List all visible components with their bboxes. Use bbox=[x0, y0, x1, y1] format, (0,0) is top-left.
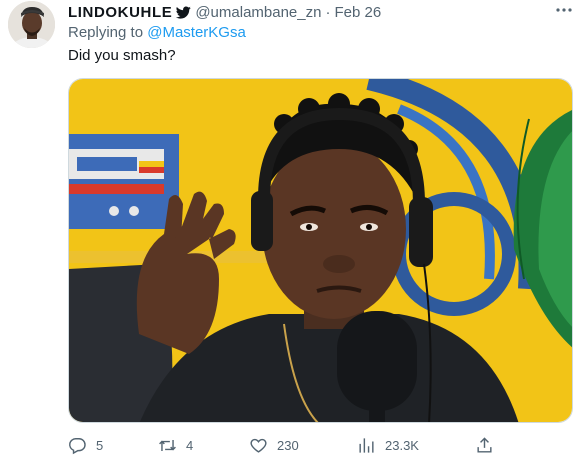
share-button[interactable] bbox=[475, 432, 494, 458]
replying-to: Replying to @MasterKGsa bbox=[68, 24, 246, 41]
retweet-icon bbox=[159, 439, 176, 451]
separator-dot: · bbox=[325, 3, 331, 21]
photo-image bbox=[69, 79, 572, 422]
views-chart-icon bbox=[359, 437, 374, 453]
reply-button[interactable]: 5 bbox=[68, 432, 103, 458]
tweet-text: Did you smash? bbox=[68, 47, 176, 64]
display-name[interactable]: LINDOKUHLE bbox=[68, 4, 172, 21]
mention-link[interactable]: @MasterKGsa bbox=[147, 24, 246, 41]
action-bar: 5 4 230 23.3K bbox=[68, 432, 498, 458]
more-horizontal-icon bbox=[556, 8, 572, 12]
retweet-button[interactable]: 4 bbox=[158, 432, 193, 458]
avatar[interactable] bbox=[8, 1, 55, 48]
avatar-image bbox=[8, 1, 55, 48]
retweet-count: 4 bbox=[186, 437, 194, 453]
replying-prefix: Replying to bbox=[68, 24, 148, 41]
views-count: 23.3K bbox=[385, 437, 419, 453]
like-count: 230 bbox=[277, 437, 299, 453]
twitter-bird-icon bbox=[176, 5, 192, 20]
share-icon bbox=[477, 436, 492, 453]
heart-icon bbox=[250, 438, 267, 453]
tweet[interactable]: LINDOKUHLE @umalambane_zn · Feb 26 Reply… bbox=[0, 0, 582, 463]
reply-icon bbox=[69, 437, 86, 454]
tweet-header: LINDOKUHLE @umalambane_zn · Feb 26 bbox=[68, 3, 381, 21]
tweet-date[interactable]: Feb 26 bbox=[334, 4, 381, 21]
more-button[interactable] bbox=[553, 1, 575, 19]
user-handle[interactable]: @umalambane_zn bbox=[195, 4, 321, 21]
tweet-photo[interactable] bbox=[68, 78, 573, 423]
views-button[interactable]: 23.3K bbox=[357, 432, 419, 458]
like-button[interactable]: 230 bbox=[249, 432, 299, 458]
reply-count: 5 bbox=[96, 437, 104, 453]
